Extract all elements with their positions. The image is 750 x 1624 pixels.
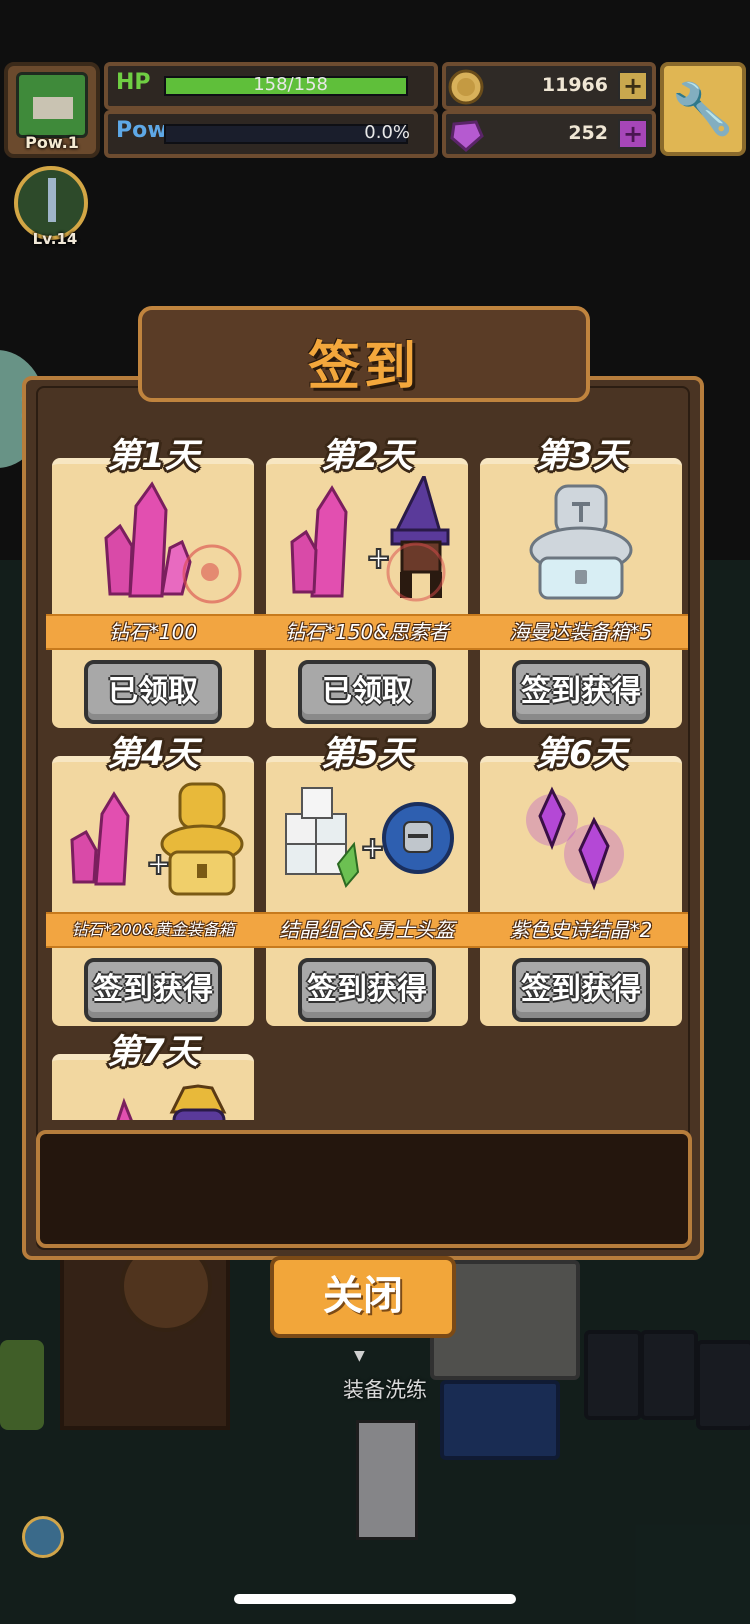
claimed-button[interactable]: 已领取 — [84, 660, 222, 724]
add-gems-button[interactable]: + — [618, 119, 648, 149]
pow-bar: Pow 0.0% — [104, 110, 438, 158]
hp-value: 158/158 — [253, 74, 328, 95]
reward-label: 结晶组合&勇士头盔 — [260, 912, 474, 948]
day-card-2: 第2天 + 钻石*150&思索者 已领取 — [260, 436, 474, 728]
reward-label: 紫色史诗结晶*2 — [474, 912, 688, 948]
day-card-1: 第1天 钻石*100 已领取 — [46, 436, 260, 728]
purple-crystal-icon — [480, 774, 682, 904]
day-label: 第7天 — [107, 1032, 199, 1072]
crystal-and-gold-chest-icon: + — [52, 774, 254, 904]
day-label: 第4天 — [107, 734, 199, 774]
pink-crystal-icon — [52, 476, 254, 606]
gold-amount: 11966 — [541, 74, 608, 96]
add-gold-button[interactable]: + — [618, 71, 648, 101]
refine-station-label: 装备洗练 — [343, 1378, 427, 1402]
reward-label: 钻石*100 — [46, 614, 260, 650]
day-label: 第2天 — [321, 436, 413, 476]
gem-amount: 252 — [568, 122, 608, 144]
reward-label: 海曼达装备箱*5 — [474, 614, 688, 650]
message-box — [36, 1130, 692, 1248]
reward-label: 钻石*200&黄金装备箱 — [46, 912, 260, 948]
day-label: 第3天 — [535, 436, 627, 476]
player-level-label: Pow.1 — [25, 133, 79, 152]
sign-in-button[interactable]: 签到获得 — [298, 958, 436, 1022]
crystal-combo-and-helmet-icon: + — [266, 774, 468, 904]
gem-icon — [446, 116, 486, 154]
gold-coin-icon — [446, 68, 486, 106]
chevron-down-icon: ▼ — [354, 1348, 365, 1364]
reward-label: 钻石*150&思索者 — [260, 614, 474, 650]
silver-armor-chest-icon — [480, 476, 682, 606]
skill-level-label: Lv.14 — [32, 230, 78, 248]
close-button[interactable]: 关闭 — [270, 1256, 456, 1338]
hp-bar: HP 158/158 — [104, 62, 438, 110]
day-card-6: 第6天 紫色史诗结晶*2 签到获得 — [474, 734, 688, 1026]
sign-in-titlebar: 签到 — [138, 306, 590, 402]
sword-icon — [48, 178, 56, 222]
panel-title: 签到 — [307, 337, 420, 397]
day-card-3: 第3天 海曼达装备箱*5 签到获得 — [474, 436, 688, 728]
gold-counter: 11966 + — [442, 62, 656, 110]
home-indicator[interactable] — [234, 1594, 516, 1604]
pow-label: Pow — [116, 118, 168, 143]
day-card-5: 第5天 + 结晶组合&勇士头盔 签到获得 — [260, 734, 474, 1026]
hero-portrait-icon — [16, 72, 88, 138]
crystal-and-cat-icon — [52, 1072, 254, 1120]
day-label: 第1天 — [107, 436, 199, 476]
svg-text:+: + — [360, 831, 385, 866]
player-avatar[interactable]: Pow.1 — [4, 62, 100, 158]
pow-value: 0.0% — [364, 122, 410, 143]
day-card-4: 第4天 + 钻石*200&黄金装备箱 签到获得 — [46, 734, 260, 1026]
sword-skill-badge[interactable]: Lv.14 — [14, 166, 88, 248]
gem-counter: 252 + — [442, 110, 656, 158]
day-grid: 第1天 钻石*100 已领取 第2天 + 钻石*150&思索者 已领取 第3天 … — [44, 430, 688, 1120]
settings-wrench-icon[interactable]: 🔧 — [660, 62, 746, 156]
hp-label: HP — [116, 70, 151, 95]
day-label: 第5天 — [321, 734, 413, 774]
compass-icon[interactable] — [22, 1516, 64, 1558]
crystal-and-wizard-icon: + — [266, 471, 468, 606]
sign-in-button[interactable]: 签到获得 — [512, 958, 650, 1022]
game-scene: Pow.1 HP 158/158 Pow 0.0% 11966 + 252 + … — [0, 0, 750, 1624]
claimed-button[interactable]: 已领取 — [298, 660, 436, 724]
sign-in-button[interactable]: 签到获得 — [84, 958, 222, 1022]
sign-in-button[interactable]: 签到获得 — [512, 660, 650, 724]
day-card-7: 第7天 — [52, 1032, 254, 1120]
day-label: 第6天 — [535, 734, 627, 774]
